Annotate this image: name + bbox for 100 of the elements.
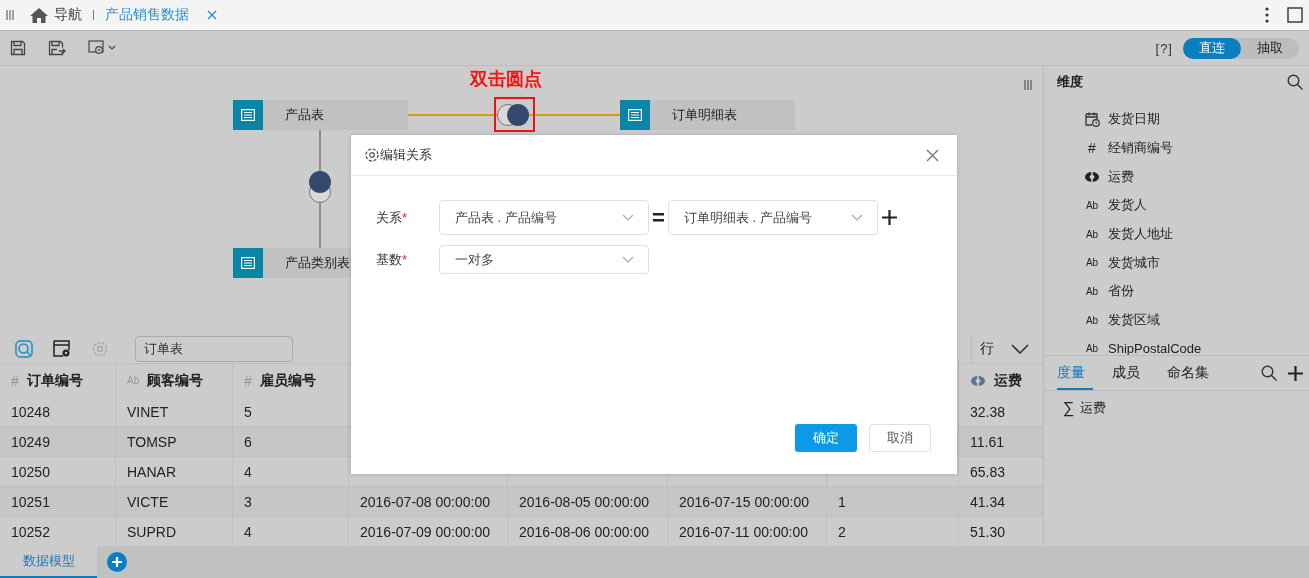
type-icon: Ab xyxy=(127,375,140,386)
table-cell: 2016-08-06 00:00:00 xyxy=(519,523,649,540)
table-cell: 2 xyxy=(838,523,846,540)
table-cell: VICTE xyxy=(127,493,169,510)
table-cell: 41.34 xyxy=(970,493,1006,510)
table-cell: 32.38 xyxy=(970,403,1006,420)
type-icon: # xyxy=(1088,140,1096,157)
measure-item[interactable]: 运费 xyxy=(1080,399,1107,417)
calendar-icon xyxy=(1084,111,1100,127)
table-cell: 10252 xyxy=(11,523,50,540)
column-header[interactable]: 雇员编号 xyxy=(259,371,316,390)
grip-icon[interactable] xyxy=(6,10,14,20)
column-header[interactable]: 运费 xyxy=(994,371,1022,390)
maximize-icon[interactable] xyxy=(1287,7,1303,23)
equals-sign: = xyxy=(651,204,666,231)
save-icon[interactable] xyxy=(10,40,26,56)
geo-type-icon xyxy=(970,373,986,388)
add-button[interactable] xyxy=(107,552,127,572)
panel-tab[interactable]: 命名集 xyxy=(1167,356,1217,390)
table-cell: 4 xyxy=(244,523,252,540)
hint-label: 双击圆点 xyxy=(470,68,542,91)
select-field[interactable]: 订单明细表 . 产品编号 xyxy=(668,200,878,235)
field-label: 基数* xyxy=(376,250,409,269)
dialog-button[interactable]: 取消 xyxy=(869,424,931,452)
table-cell: 1 xyxy=(838,493,846,510)
table-icon xyxy=(628,109,642,121)
select-field[interactable]: 一对多 xyxy=(439,245,649,274)
chevron-icon xyxy=(622,214,634,221)
mode-option[interactable]: 抽取 xyxy=(1241,37,1299,59)
add-icon[interactable] xyxy=(882,210,897,225)
chevron-icon xyxy=(1011,344,1029,354)
type-icon: Ab xyxy=(1085,285,1099,297)
dimension-item[interactable]: Ab 发货区域 xyxy=(1044,305,1309,335)
table-cell: 3 xyxy=(244,493,252,510)
table-cell: 2016-08-05 00:00:00 xyxy=(519,493,649,510)
dimension-item[interactable]: Ab 省份 xyxy=(1044,277,1309,306)
axis-dropdown[interactable]: 行 xyxy=(971,335,1043,363)
table-cell: 2016-07-11 00:00:00 xyxy=(679,523,808,540)
chevron-icon xyxy=(622,256,634,263)
caret-icon xyxy=(108,45,116,51)
table-cell: 51.30 xyxy=(970,523,1006,540)
table-cell: 2016-07-15 00:00:00 xyxy=(679,493,809,510)
close-icon[interactable] xyxy=(926,148,939,162)
dialog-title: 编辑关系 xyxy=(380,146,432,164)
sum-icon: ∑ xyxy=(1063,399,1075,417)
table-icon xyxy=(241,109,255,121)
document-tab[interactable]: 导航 xyxy=(30,6,82,24)
dimension-item[interactable]: 发货日期 xyxy=(1044,105,1309,134)
mode-option[interactable]: 直连 xyxy=(1183,37,1241,59)
geo-type-icon xyxy=(1084,169,1100,184)
table-cell: 5 xyxy=(244,403,252,420)
table-cell: 11.61 xyxy=(970,433,1004,450)
type-icon: Ab xyxy=(1085,228,1099,240)
dimension-item[interactable]: Ab 发货人 xyxy=(1044,191,1309,220)
table-cell: 65.83 xyxy=(970,463,1006,480)
table-cell: 6 xyxy=(244,433,252,450)
table-cell: 10248 xyxy=(11,403,50,420)
save-as-icon[interactable] xyxy=(48,40,66,56)
dimension-item[interactable]: 运费 xyxy=(1044,162,1309,192)
settings-menu-button[interactable] xyxy=(88,40,116,56)
table-cell: SUPRD xyxy=(127,523,176,540)
close-icon[interactable] xyxy=(207,10,217,20)
search-icon[interactable] xyxy=(1287,74,1303,90)
table-cell: 10250 xyxy=(11,463,50,480)
table-cell: 4 xyxy=(244,463,252,480)
type-icon: Ab xyxy=(1085,199,1099,211)
highlight-frame xyxy=(494,97,535,132)
table-cell: VINET xyxy=(127,403,169,420)
table-cell: TOMSP xyxy=(127,433,177,450)
table-name-field[interactable]: 订单表 xyxy=(135,336,293,362)
table-cell: 2016-07-09 00:00:00 xyxy=(360,523,490,540)
column-header[interactable]: 订单编号 xyxy=(26,371,83,390)
help-link[interactable]: [?] xyxy=(1155,40,1173,56)
table-settings-icon[interactable] xyxy=(53,340,71,358)
home-icon xyxy=(30,7,48,23)
relation-dot[interactable] xyxy=(308,170,332,204)
table-node[interactable]: 产品表 xyxy=(233,100,408,130)
type-icon: # xyxy=(11,372,19,389)
more-icon[interactable] xyxy=(1265,7,1269,23)
select-field[interactable]: 产品表 . 产品编号 xyxy=(439,200,649,235)
dimension-item[interactable]: Ab 发货人地址 xyxy=(1044,219,1309,249)
chevron-icon xyxy=(851,214,863,221)
table-node[interactable]: 订单明细表 xyxy=(620,100,795,130)
search-icon[interactable] xyxy=(1261,365,1277,381)
field-label: 关系* xyxy=(376,208,409,227)
table-cell: HANAR xyxy=(127,463,176,480)
panel-title: 维度 xyxy=(1057,73,1083,91)
add-icon[interactable] xyxy=(1288,365,1303,381)
table-cell: 10249 xyxy=(11,433,50,450)
table-cell: 10251 xyxy=(11,493,50,510)
panel-tab[interactable]: 成员 xyxy=(1112,356,1148,390)
table-cell: 2016-07-08 00:00:00 xyxy=(360,493,490,510)
type-icon: Ab xyxy=(1085,314,1099,326)
gear-icon xyxy=(364,147,380,163)
type-icon: Ab xyxy=(1085,343,1099,355)
dimension-item[interactable]: Ab 发货城市 xyxy=(1044,248,1309,278)
column-header[interactable]: 顾客编号 xyxy=(147,371,204,390)
relation-dot[interactable] xyxy=(496,103,530,127)
dimension-item[interactable]: # 经销商编号 xyxy=(1044,133,1309,163)
type-icon: Ab xyxy=(1085,257,1099,269)
